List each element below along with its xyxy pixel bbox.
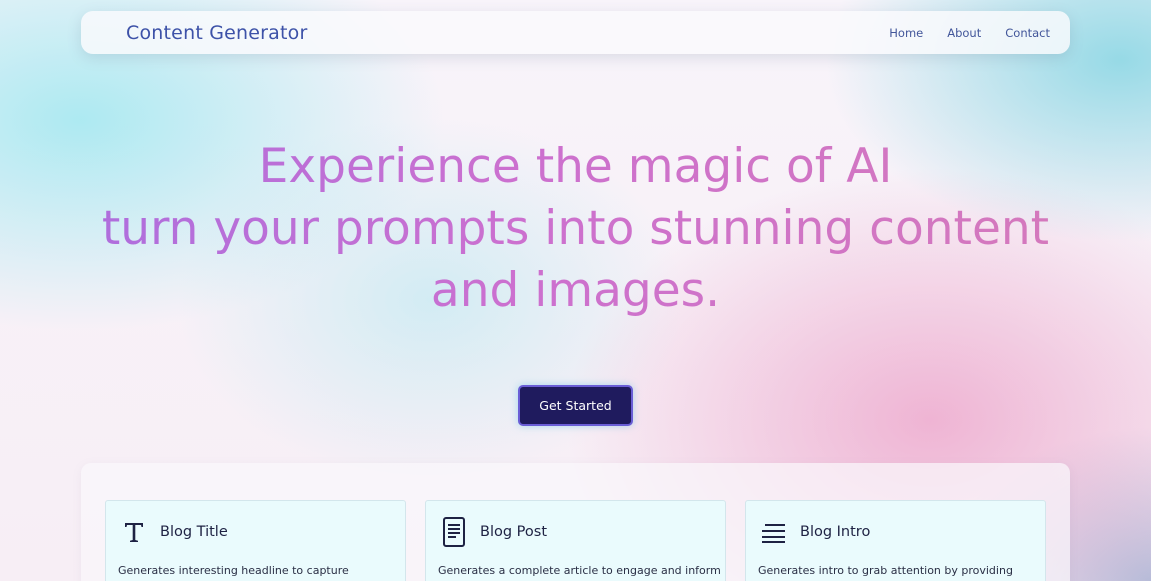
hero-heading: Experience the magic of AI turn your pro…: [0, 136, 1151, 322]
lines-icon: [760, 515, 788, 549]
hero-line-1: Experience the magic of AI: [0, 136, 1151, 198]
document-icon: [440, 515, 468, 549]
hero-line-3: and images.: [0, 260, 1151, 322]
brand-logo-text[interactable]: Content Generator: [126, 22, 308, 44]
nav-link-about[interactable]: About: [947, 26, 981, 40]
card-title: Blog Title: [160, 524, 228, 540]
get-started-button[interactable]: Get Started: [518, 385, 633, 426]
card-description: Generates intro to grab attention by pro…: [758, 564, 1013, 577]
card-blog-intro[interactable]: Blog Intro Generates intro to grab atten…: [745, 500, 1046, 581]
card-blog-title[interactable]: Blog Title Generates interesting headlin…: [105, 500, 406, 581]
card-description: Generates a complete article to engage a…: [438, 564, 721, 577]
card-blog-post[interactable]: Blog Post Generates a complete article t…: [425, 500, 726, 581]
nav-links: Home About Contact: [889, 26, 1050, 40]
navbar: Content Generator Home About Contact: [81, 11, 1070, 54]
card-title: Blog Post: [480, 524, 547, 540]
text-t-icon: [120, 515, 148, 549]
nav-link-contact[interactable]: Contact: [1005, 26, 1050, 40]
card-title: Blog Intro: [800, 524, 871, 540]
card-header: Blog Post: [440, 515, 547, 549]
card-header: Blog Title: [120, 515, 228, 549]
card-description: Generates interesting headline to captur…: [118, 564, 349, 577]
card-header: Blog Intro: [760, 515, 870, 549]
nav-link-home[interactable]: Home: [889, 26, 923, 40]
hero-line-2: turn your prompts into stunning content: [0, 198, 1151, 260]
